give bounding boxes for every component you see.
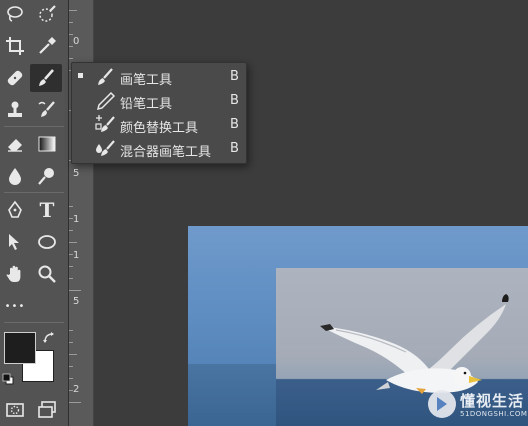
pen-tool-icon[interactable] — [2, 198, 28, 222]
quick-mask-icon[interactable] — [2, 398, 28, 422]
flyout-item-color-replacement-tool[interactable]: 颜色替换工具 B — [72, 113, 246, 137]
ruler-tick — [69, 354, 77, 355]
watermark-subtext: 51DONGSHI.COM — [460, 410, 528, 418]
more-tools-glyph: ••• — [4, 300, 26, 312]
gradient-tool-icon[interactable] — [34, 132, 60, 156]
ruler-tick — [69, 278, 73, 279]
ruler-tick — [69, 230, 73, 231]
ruler-tick — [69, 378, 73, 379]
ruler-tick — [69, 22, 73, 23]
eraser-tool-icon[interactable] — [2, 132, 28, 156]
ruler-number: 1 — [73, 250, 80, 261]
toolbar-divider — [4, 322, 64, 323]
ruler-tick — [69, 330, 73, 331]
flyout-item-label: 颜色替换工具 — [120, 121, 199, 136]
hand-tool-icon[interactable] — [2, 262, 28, 286]
ellipse-tool-icon[interactable] — [34, 230, 60, 254]
ruler-tick — [69, 342, 73, 343]
flyout-item-label: 画笔工具 — [120, 73, 173, 88]
ruler-number: 1 — [73, 214, 80, 225]
toolbar-divider — [4, 192, 64, 193]
color-replacement-icon — [94, 114, 116, 136]
selected-indicator — [78, 73, 83, 78]
ruler-tick — [69, 366, 73, 367]
dodge-tool-icon[interactable] — [34, 164, 60, 188]
default-colors-icon[interactable] — [2, 370, 14, 385]
ruler-tick — [69, 290, 81, 291]
more-tools-icon[interactable]: ••• — [2, 294, 28, 318]
flyout-item-shortcut: B — [230, 69, 239, 84]
ruler-tick — [69, 10, 77, 11]
flyout-item-label: 混合器画笔工具 — [120, 145, 212, 160]
history-brush-tool-icon[interactable] — [34, 98, 60, 122]
ruler-tick — [69, 266, 73, 267]
flyout-item-mixer-brush-tool[interactable]: 混合器画笔工具 B — [72, 137, 246, 161]
watermark-logo-icon — [428, 390, 456, 418]
blur-tool-icon[interactable] — [2, 164, 28, 188]
flyout-item-brush-tool[interactable]: 画笔工具 B — [72, 65, 246, 89]
ruler-number: 0 — [73, 36, 80, 47]
ruler-tick — [69, 402, 81, 403]
screen-mode-icon[interactable] — [34, 398, 60, 422]
ruler-tick — [69, 58, 73, 59]
mixer-brush-icon — [94, 138, 116, 160]
pencil-icon — [94, 90, 116, 112]
zoom-tool-icon[interactable] — [34, 262, 60, 286]
ruler-number: 2 — [73, 384, 80, 395]
photo-sea — [188, 364, 276, 426]
eyedropper-tool-icon[interactable] — [34, 34, 60, 58]
lasso-tool-icon[interactable] — [2, 2, 28, 26]
flyout-item-shortcut: B — [230, 117, 239, 132]
flyout-item-label: 铅笔工具 — [120, 97, 173, 112]
brush-tools-flyout-menu: 画笔工具 B 铅笔工具 B 颜色替换工具 B 混合器画笔工具 B — [71, 62, 247, 164]
tools-panel: T ••• — [0, 0, 69, 426]
ruler-number: 5 — [73, 296, 80, 307]
swap-colors-icon[interactable] — [42, 330, 56, 344]
ruler-tick — [69, 34, 73, 35]
ruler-tick — [69, 242, 77, 243]
type-tool-icon[interactable]: T — [34, 198, 60, 222]
quick-selection-tool-icon[interactable] — [34, 2, 60, 26]
path-selection-tool-icon[interactable] — [2, 230, 28, 254]
foreground-color-swatch[interactable] — [4, 332, 36, 364]
toolbar-divider — [4, 126, 64, 127]
crop-tool-icon[interactable] — [2, 34, 28, 58]
watermark-text: 懂视生活 — [460, 392, 525, 410]
flyout-item-shortcut: B — [230, 93, 239, 108]
flyout-item-pencil-tool[interactable]: 铅笔工具 B — [72, 89, 246, 113]
ruler-tick — [69, 206, 73, 207]
brush-icon — [94, 66, 116, 88]
type-tool-glyph: T — [39, 198, 55, 222]
flyout-item-shortcut: B — [230, 141, 239, 156]
healing-brush-tool-icon[interactable] — [2, 66, 28, 90]
brush-tool-icon[interactable] — [30, 64, 62, 92]
watermark: 懂视生活 51DONGSHI.COM — [428, 388, 528, 426]
clone-stamp-tool-icon[interactable] — [2, 98, 28, 122]
ruler-number: 5 — [73, 168, 80, 179]
